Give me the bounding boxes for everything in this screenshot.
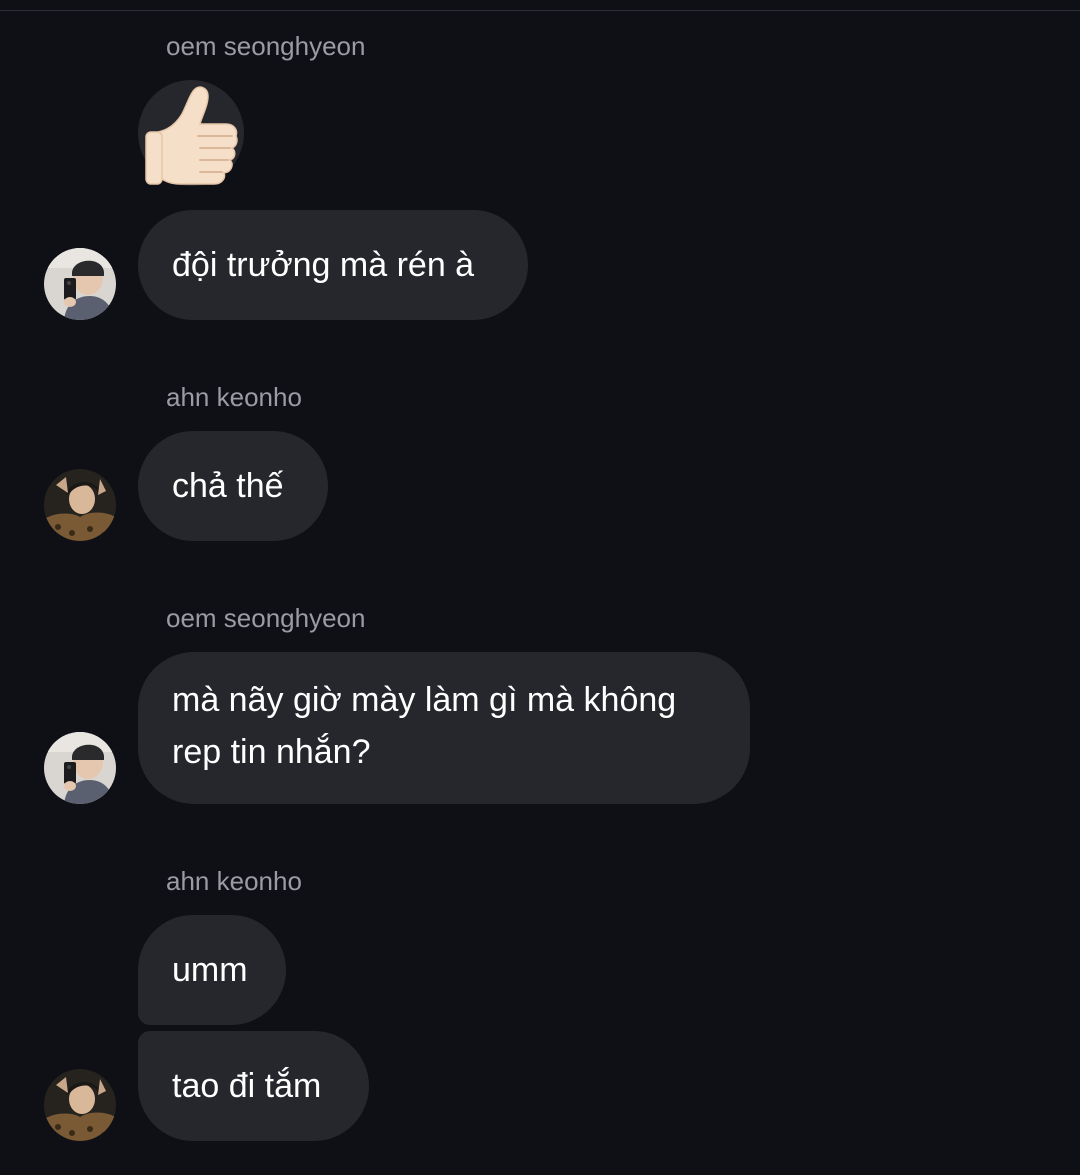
message-bubble[interactable]: tao đi tắm [138, 1031, 369, 1141]
avatar-ahn-keonho[interactable] [44, 1069, 116, 1141]
avatar-oem-seonghyeon[interactable] [44, 248, 116, 320]
message-bubble[interactable]: đội trưởng mà rén à [138, 210, 528, 320]
message-text: mà nãy giờ mày làm gì mà không rep tin n… [172, 681, 677, 771]
message-text: umm [172, 951, 248, 989]
sender-name: oem seonghyeon [166, 603, 366, 633]
top-divider [0, 10, 1080, 11]
thumbs-up-message[interactable] [138, 80, 244, 190]
sender-name: ahn keonho [166, 866, 302, 896]
avatar-oem-seonghyeon[interactable] [44, 732, 116, 804]
message-text: chả thế [172, 467, 284, 505]
sender-name: oem seonghyeon [166, 31, 366, 61]
sender-name: ahn keonho [166, 382, 302, 412]
message-bubble[interactable]: chả thế [138, 431, 328, 541]
message-bubble[interactable]: mà nãy giờ mày làm gì mà không rep tin n… [138, 652, 750, 804]
avatar-ahn-keonho[interactable] [44, 469, 116, 541]
message-bubble[interactable]: umm [138, 915, 286, 1025]
message-text: tao đi tắm [172, 1067, 322, 1105]
message-text: đội trưởng mà rén à [172, 246, 475, 284]
thumbs-up-icon [145, 86, 238, 185]
